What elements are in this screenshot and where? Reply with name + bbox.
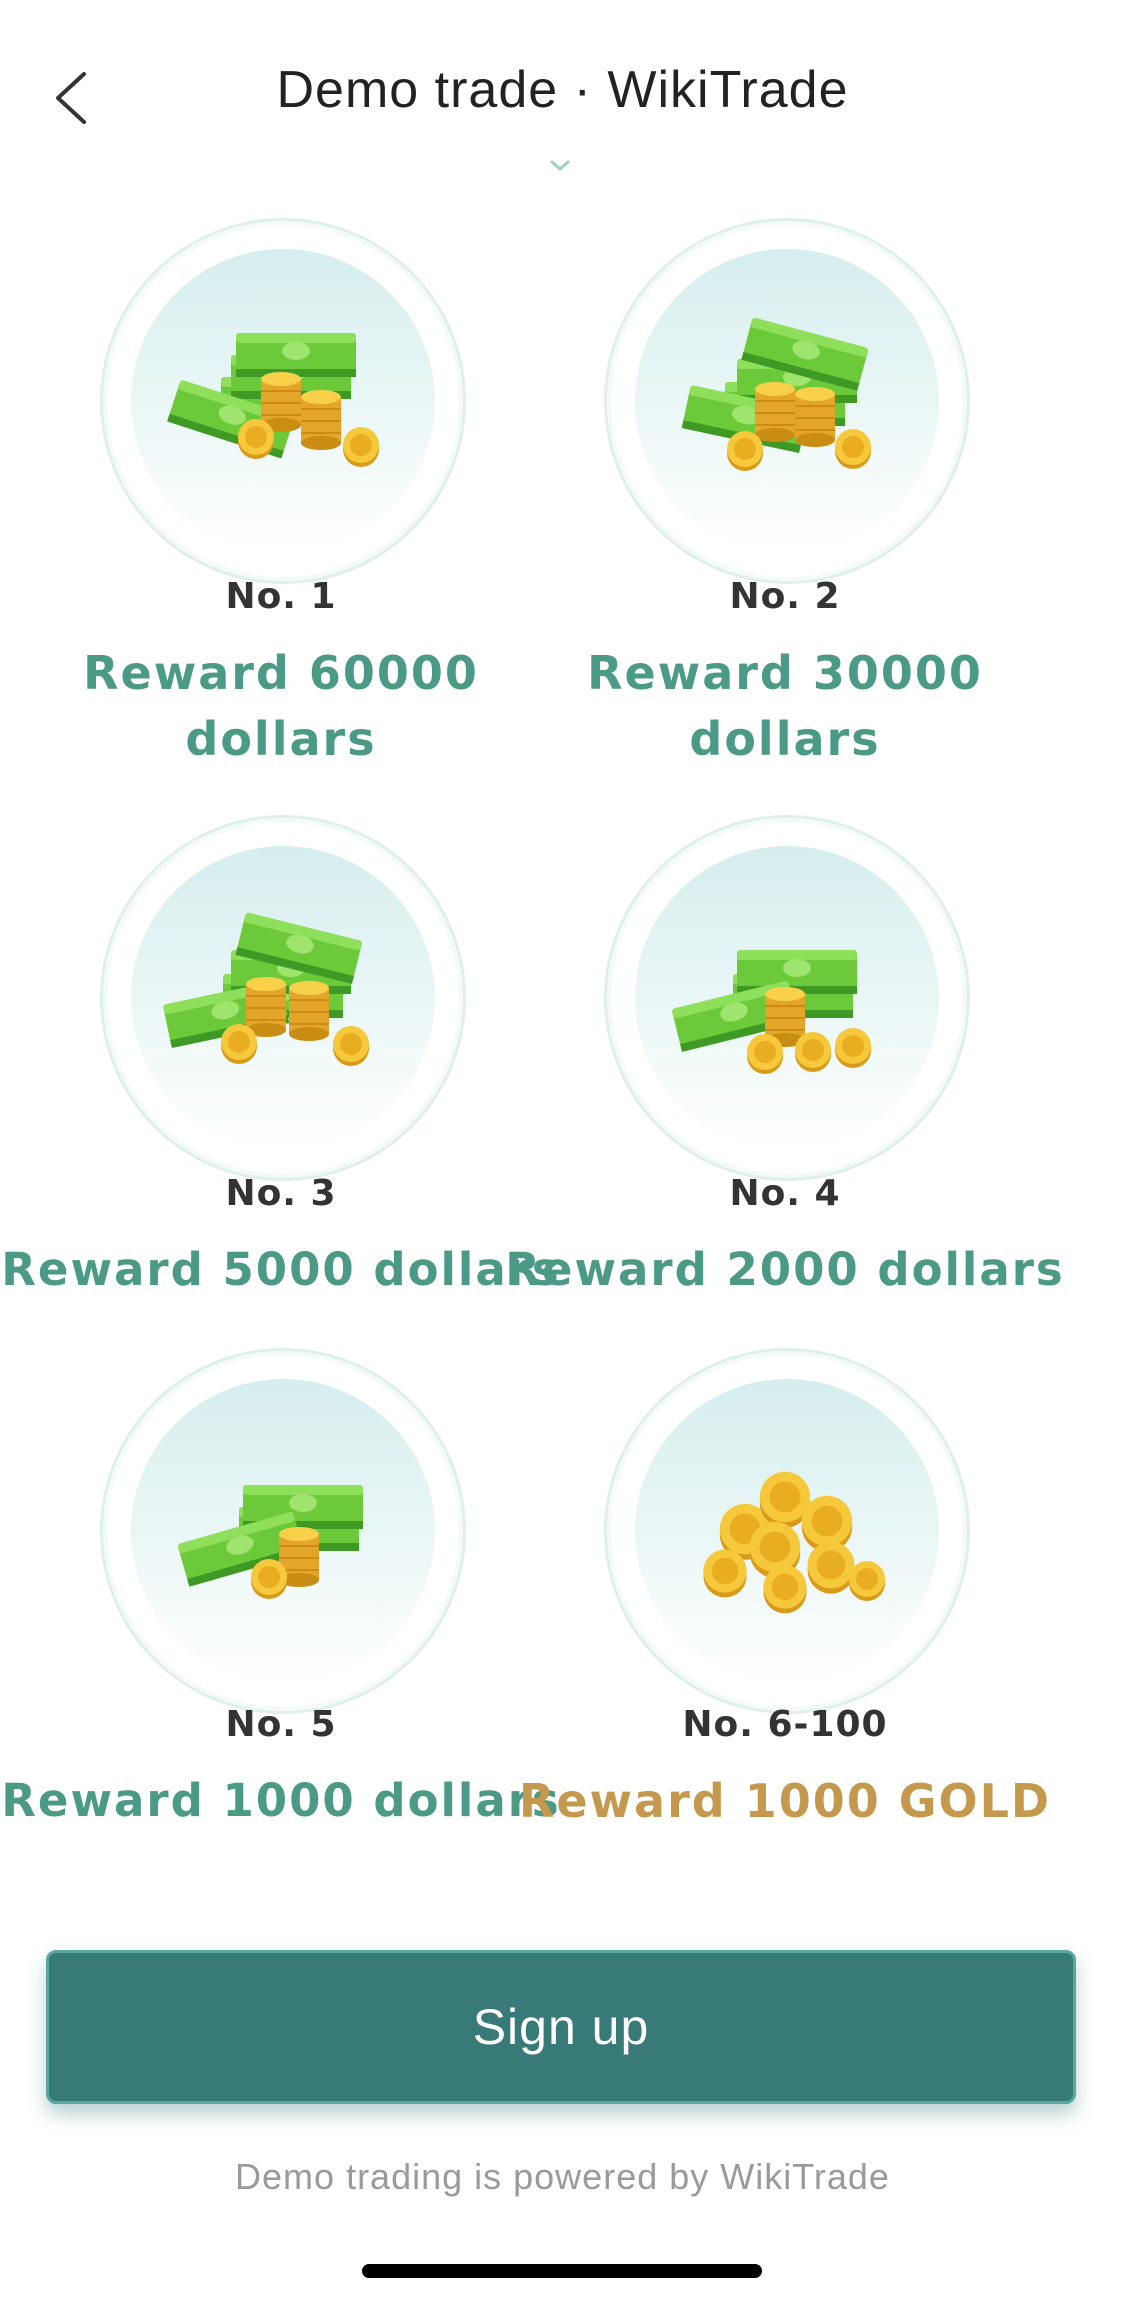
reward-item: No. 6-100 Reward 1000 GOLD (504, 1348, 1066, 1868)
reward-circle (100, 815, 466, 1181)
rank-label: No. 5 (225, 1704, 337, 1745)
reward-circle (100, 218, 466, 584)
money-stack-icon (162, 912, 369, 1066)
reward-item: No. 1 Reward 60000 dollars (0, 218, 562, 778)
money-stack-large-icon (167, 333, 379, 467)
reward-amount: Reward 1000 dollars (1, 1774, 561, 1827)
reward-circle (604, 218, 970, 584)
reward-amount: Reward 1000 GOLD (518, 1774, 1052, 1828)
rank-label: No. 2 (729, 576, 841, 617)
reward-amount: Reward 60000 dollars (83, 646, 479, 766)
reward-amount: Reward 30000 dollars (587, 646, 983, 766)
gold-coins-icon (703, 1471, 885, 1614)
money-stack-icon (681, 317, 871, 471)
home-indicator[interactable] (362, 2264, 762, 2278)
reward-item: No. 4 Reward 2000 dollars (504, 815, 1066, 1335)
reward-item: No. 5 Reward 1000 dollars (0, 1348, 562, 1868)
money-stack-small-icon (671, 950, 871, 1074)
reward-item: No. 3 Reward 5000 dollars (0, 815, 562, 1335)
reward-amount: Reward 2000 dollars (505, 1243, 1065, 1296)
reward-circle (604, 1348, 970, 1714)
rank-label: No. 1 (225, 576, 337, 617)
reward-circle (604, 815, 970, 1181)
rewards-grid: No. 1 Reward 60000 dollars No. 2 Reward … (0, 0, 1125, 1900)
reward-item: No. 2 Reward 30000 dollars (504, 218, 1066, 778)
rank-label: No. 6-100 (682, 1704, 888, 1745)
rank-label: No. 3 (225, 1173, 337, 1214)
footer-note: Demo trading is powered by WikiTrade (235, 2156, 890, 2197)
signup-button[interactable]: Sign up (46, 1950, 1076, 2104)
rank-label: No. 4 (729, 1173, 841, 1214)
money-bundle-icon (177, 1485, 363, 1599)
reward-circle (100, 1348, 466, 1714)
